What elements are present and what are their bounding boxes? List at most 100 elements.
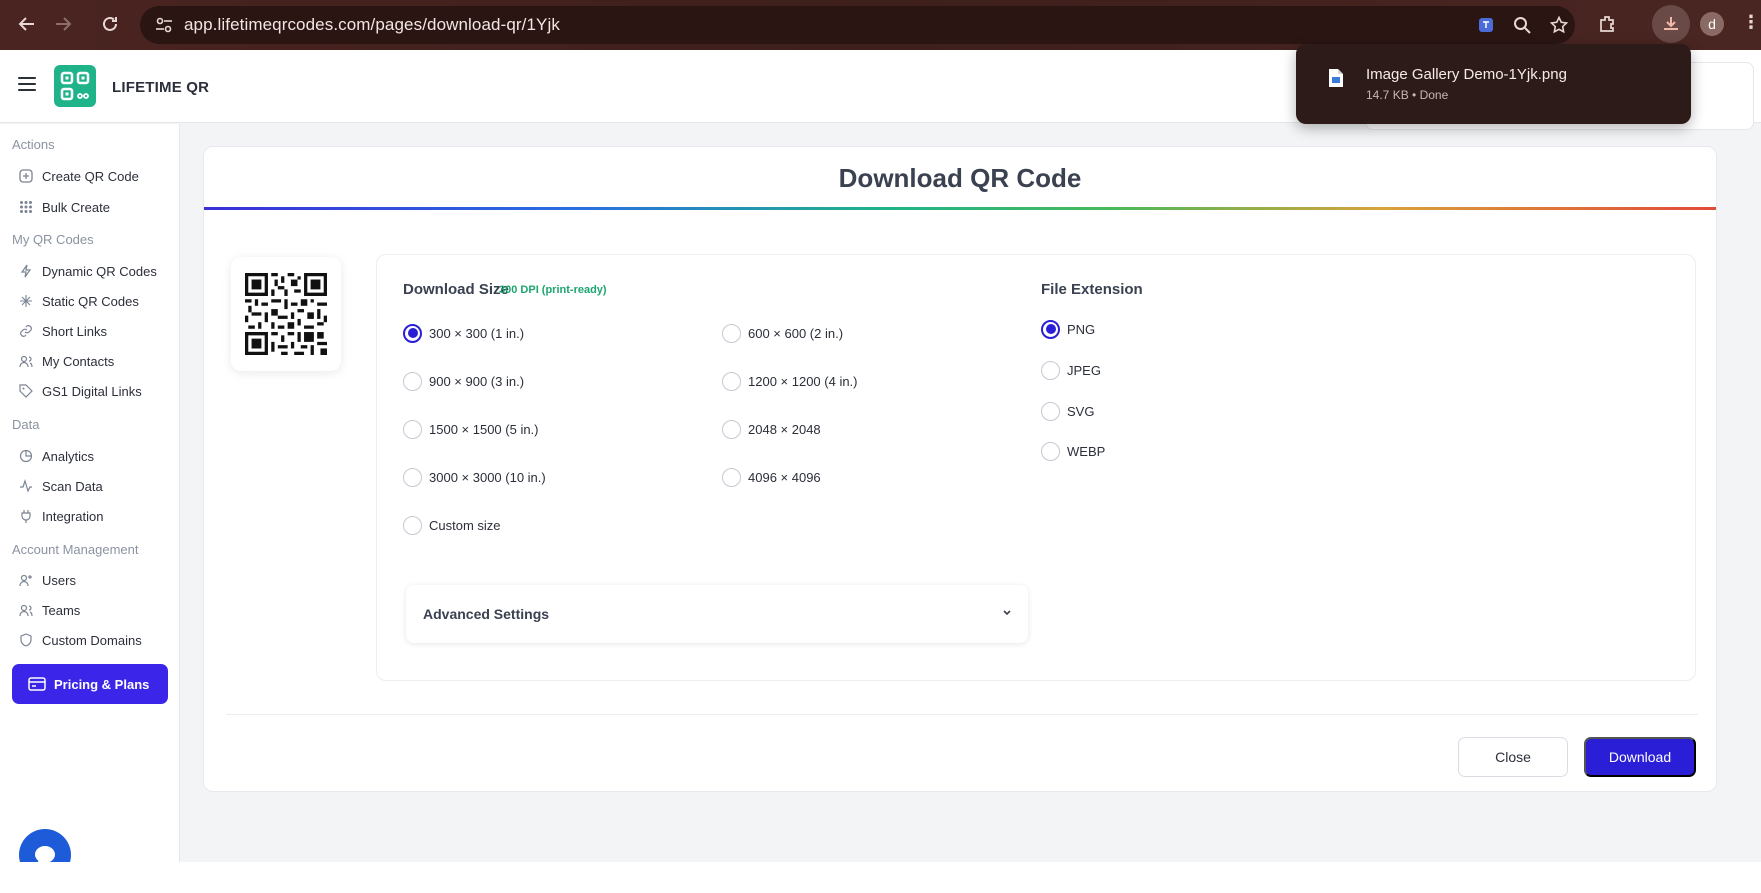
sidebar-section-account-management: Account Management [12,542,139,557]
qr-code-image [245,273,327,355]
sidebar-item-bulk-create[interactable]: Bulk Create [18,196,110,218]
users-icon [18,602,34,618]
file-extension-label: File Extension [1041,281,1143,298]
chevron-down-icon[interactable] [1000,606,1014,620]
sidebar-section-my-qr-codes: My QR Codes [12,232,94,247]
ext-option-jpeg[interactable]: JPEG [1041,359,1101,381]
ext-option-label: JPEG [1067,362,1101,378]
radio[interactable] [1041,401,1060,421]
file-image-icon [1328,68,1344,88]
back-button[interactable] [14,11,40,37]
sidebar-item-label: Custom Domains [42,632,142,648]
download-filename[interactable]: Image Gallery Demo-1Yjk.png [1366,66,1567,83]
sidebar-item-scan-data[interactable]: Scan Data [18,475,103,497]
link-icon [18,323,34,339]
sidebar-item-short-links[interactable]: Short Links [18,320,107,342]
sidebar-item-label: Analytics [42,448,95,464]
sidebar-item-custom-domains[interactable]: Custom Domains [18,629,142,651]
advanced-settings-accordion[interactable]: Advanced Settings [406,585,1028,643]
ext-option-png[interactable]: PNG [1041,318,1095,340]
sidebar-item-create-qr-code[interactable]: Create QR Code [18,165,139,187]
radio-selected[interactable] [1041,319,1060,339]
sidebar-item-label: GS1 Digital Links [42,383,142,399]
downloads-button[interactable] [1652,5,1690,43]
download-size-label: Download Size [403,281,509,298]
radio[interactable] [1041,360,1060,380]
site-info-icon[interactable] [154,15,174,35]
sidebar-item-dynamic-qr-codes[interactable]: Dynamic QR Codes [18,260,157,282]
sidebar-item-teams[interactable]: Teams [18,599,80,621]
ext-option-label: PNG [1067,321,1096,337]
credit-card-icon [28,677,46,691]
size-option-custom[interactable]: Custom size [403,514,501,536]
pie-chart-icon [18,448,34,464]
size-option-label: 900 × 900 (3 in.) [429,373,525,389]
radio[interactable] [722,419,741,439]
brand-name: LIFETIME QR [112,79,210,96]
reload-button[interactable] [97,11,123,37]
sidebar-item-gs1-digital-links[interactable]: GS1 Digital Links [18,380,142,402]
sidebar-item-integration[interactable]: Integration [18,505,103,527]
profile-avatar[interactable]: d [1700,12,1724,36]
pricing-plans-button[interactable]: Pricing & Plans [12,664,168,704]
radio[interactable] [1041,441,1060,461]
size-option-300[interactable]: 300 × 300 (1 in.) [403,322,524,344]
arrow-right-icon [56,17,72,31]
size-option-label: 300 × 300 (1 in.) [429,325,525,341]
size-option-600[interactable]: 600 × 600 (2 in.) [722,322,843,344]
download-bubble[interactable]: Image Gallery Demo-1Yjk.png 14.7 KB • Do… [1296,44,1691,124]
radio-selected[interactable] [403,323,422,343]
translate-icon[interactable] [1476,15,1496,35]
radio[interactable] [403,467,422,487]
address-bar[interactable]: app.lifetimeqrcodes.com/pages/download-q… [140,6,1575,44]
size-option-4096[interactable]: 4096 × 4096 [722,466,821,488]
extensions-icon[interactable] [1592,9,1622,39]
radio[interactable] [722,467,741,487]
qr-logo-icon [60,71,90,101]
download-button[interactable]: Download [1584,737,1696,777]
forward-button[interactable] [50,11,76,37]
app-logo[interactable] [54,65,96,107]
ext-option-webp[interactable]: WEBP [1041,440,1105,462]
sidebar-item-label: Integration [42,508,104,524]
dialog-title: Download QR Code [838,163,1082,193]
ext-option-label: SVG [1067,403,1095,419]
sidebar-item-label: Users [42,572,76,588]
sidebar-item-static-qr-codes[interactable]: Static QR Codes [18,290,139,312]
star-icon[interactable] [1549,15,1569,35]
radio[interactable] [403,419,422,439]
grid-icon [18,199,34,215]
dpi-badge: 300 DPI (print-ready) [499,284,607,296]
hamburger-menu-icon[interactable] [18,77,36,91]
browser-menu-icon[interactable]: ⋮ [1742,12,1760,33]
footer-divider [226,714,1698,715]
download-icon [1664,17,1678,30]
zoom-icon[interactable] [1512,15,1532,35]
sidebar-section-data: Data [12,417,40,432]
size-option-label: 600 × 600 (2 in.) [748,325,844,341]
sidebar-item-my-contacts[interactable]: My Contacts [18,350,114,372]
size-option-label: 4096 × 4096 [748,469,821,485]
sidebar-item-label: Dynamic QR Codes [42,263,157,279]
size-option-1500[interactable]: 1500 × 1500 (5 in.) [403,418,539,440]
size-option-900[interactable]: 900 × 900 (3 in.) [403,370,524,392]
radio[interactable] [722,371,741,391]
size-option-1200[interactable]: 1200 × 1200 (4 in.) [722,370,858,392]
user-plus-icon [18,572,34,588]
reload-icon [103,16,117,31]
radio[interactable] [403,371,422,391]
download-dialog: Download QR Code Download Size 300 DPI (… [203,146,1717,792]
radio[interactable] [722,323,741,343]
close-button[interactable]: Close [1458,737,1568,777]
pricing-plans-label: Pricing & Plans [54,676,150,692]
radio[interactable] [403,515,422,535]
sidebar-item-analytics[interactable]: Analytics [18,445,94,467]
ext-option-svg[interactable]: SVG [1041,400,1094,422]
url-text[interactable]: app.lifetimeqrcodes.com/pages/download-q… [184,15,560,35]
sidebar-section-actions: Actions [12,137,55,152]
ext-option-label: WEBP [1067,443,1106,459]
size-option-2048[interactable]: 2048 × 2048 [722,418,821,440]
activity-icon [18,478,34,494]
size-option-3000[interactable]: 3000 × 3000 (10 in.) [403,466,546,488]
sidebar-item-users[interactable]: Users [18,569,76,591]
